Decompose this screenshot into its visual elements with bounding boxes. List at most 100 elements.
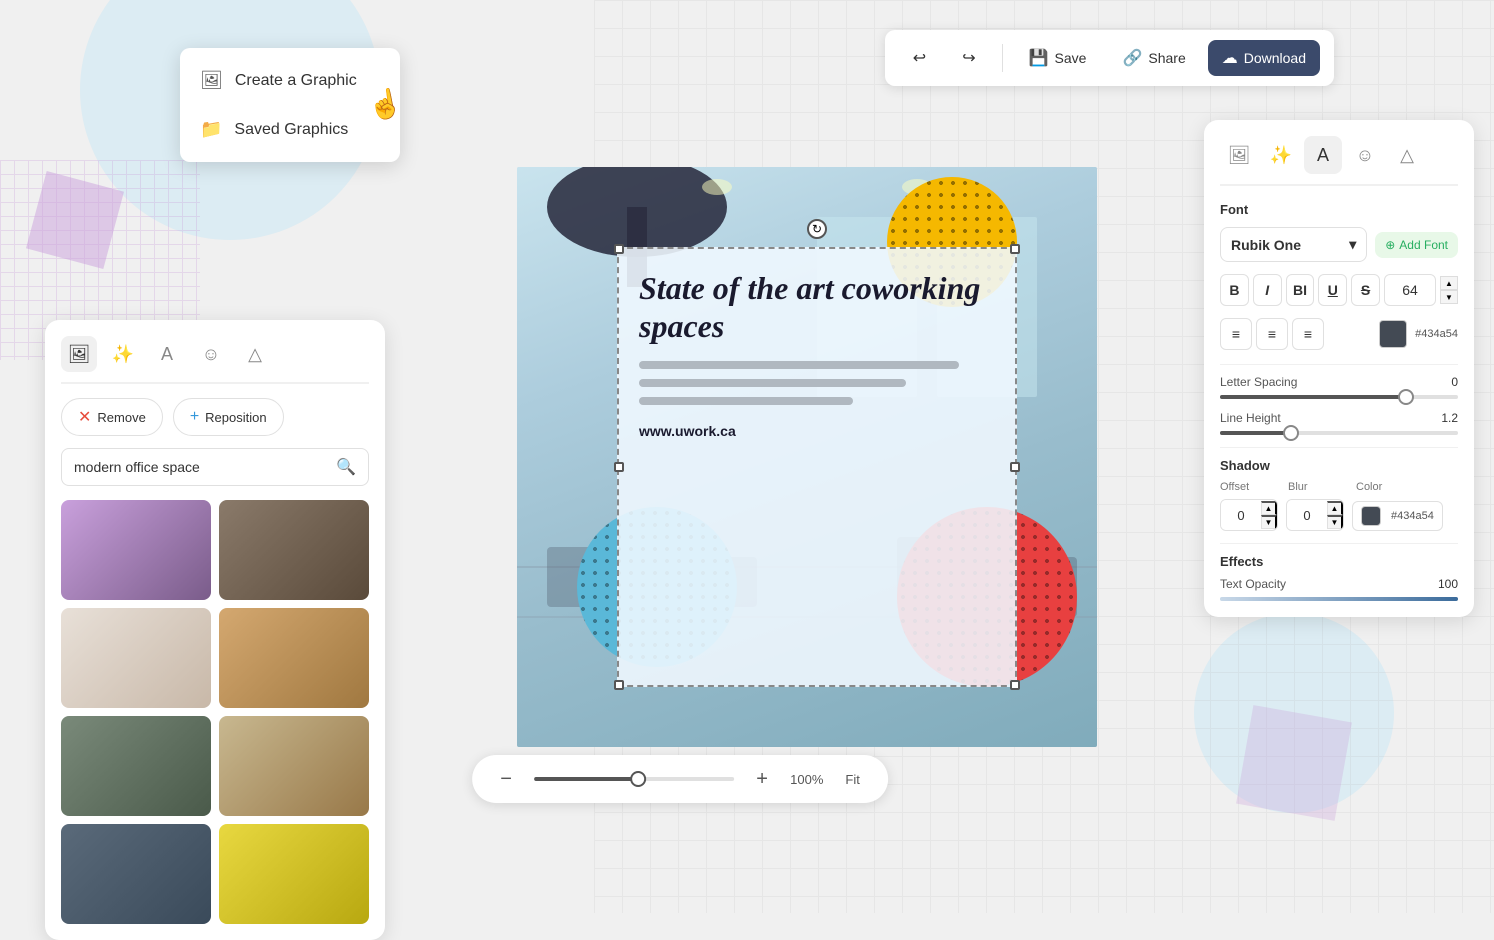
search-box: 🔍 xyxy=(61,448,369,486)
letter-spacing-value: 0 xyxy=(1451,375,1458,389)
shadow-color-wrap[interactable]: #434a54 xyxy=(1352,501,1443,531)
shadow-section: Shadow Offset Blur Color ▲ ▼ ▲ ▼ xyxy=(1220,458,1458,531)
reposition-button[interactable]: + Reposition xyxy=(173,398,284,436)
card-line-3 xyxy=(639,397,853,405)
create-graphic-label: Create a Graphic xyxy=(235,72,357,90)
image-thumb-5[interactable] xyxy=(61,716,211,816)
font-section-label: Font xyxy=(1220,202,1458,217)
image-thumb-2[interactable] xyxy=(219,500,369,600)
offset-down-button[interactable]: ▼ xyxy=(1261,515,1277,529)
bold-italic-button[interactable]: BI xyxy=(1286,274,1315,306)
redo-button[interactable]: ↪ xyxy=(948,40,989,76)
color-swatch[interactable] xyxy=(1379,320,1407,348)
saved-graphics-item[interactable]: 📁 Saved Graphics xyxy=(180,105,400,154)
format-row: B I BI U S ▲ ▼ xyxy=(1220,274,1458,306)
rotate-handle[interactable]: ↻ xyxy=(807,219,827,239)
canvas-url: www.uwork.ca xyxy=(639,423,736,439)
font-row: Rubik One ▾ ⊕ Add Font xyxy=(1220,227,1458,262)
text-opacity-gradient xyxy=(1220,597,1458,601)
underline-button[interactable]: U xyxy=(1318,274,1347,306)
divider-1 xyxy=(1220,364,1458,365)
panel-tab-emoji[interactable]: ☺ xyxy=(193,336,229,372)
align-left-button[interactable]: ≡ xyxy=(1220,318,1252,350)
italic-button[interactable]: I xyxy=(1253,274,1282,306)
right-panel-tab-magic[interactable]: ✨ xyxy=(1262,136,1300,174)
panel-tab-magic[interactable]: ✨ xyxy=(105,336,141,372)
search-input[interactable] xyxy=(74,459,336,475)
zoom-slider-fill xyxy=(534,777,634,781)
panel-tab-shape[interactable]: △ xyxy=(237,336,273,372)
image-thumb-7[interactable] xyxy=(61,824,211,924)
size-down-button[interactable]: ▼ xyxy=(1440,290,1458,304)
letter-spacing-header: Letter Spacing 0 xyxy=(1220,375,1458,389)
save-button[interactable]: 💾 Save xyxy=(1015,40,1101,76)
share-label: Share xyxy=(1148,50,1185,66)
text-opacity-label: Text Opacity xyxy=(1220,577,1286,591)
font-size-input[interactable] xyxy=(1384,274,1436,306)
size-spinners: ▲ ▼ xyxy=(1440,276,1458,304)
bold-button[interactable]: B xyxy=(1220,274,1249,306)
blur-up-button[interactable]: ▲ xyxy=(1327,501,1343,515)
right-panel-tab-image[interactable]: 🖼 xyxy=(1220,136,1258,174)
color-hex-label: #434a54 xyxy=(1415,328,1458,340)
download-button[interactable]: ☁ Download xyxy=(1208,40,1320,76)
download-label: Download xyxy=(1244,50,1306,66)
image-thumb-3[interactable] xyxy=(61,608,211,708)
align-row: ≡ ≡ ≡ #434a54 xyxy=(1220,318,1458,350)
divider-3 xyxy=(1220,543,1458,544)
top-toolbar: ↩ ↪ 💾 Save 🔗 Share ☁ Download xyxy=(885,30,1334,86)
zoom-in-button[interactable]: + xyxy=(748,765,776,793)
blur-down-button[interactable]: ▼ xyxy=(1327,515,1343,529)
handle-tl[interactable] xyxy=(614,244,624,254)
blur-input-wrap: ▲ ▼ xyxy=(1286,499,1344,531)
add-font-button[interactable]: ⊕ Add Font xyxy=(1375,232,1458,258)
line-height-section: Line Height 1.2 xyxy=(1220,411,1458,435)
line-height-fill xyxy=(1220,431,1291,435)
handle-mr[interactable] xyxy=(1010,462,1020,472)
shadow-blur-input[interactable] xyxy=(1287,500,1327,530)
image-thumb-8[interactable] xyxy=(219,824,369,924)
panel-tab-image[interactable]: 🖼 xyxy=(61,336,97,372)
right-panel-tab-shape[interactable]: △ xyxy=(1388,136,1426,174)
add-font-label: Add Font xyxy=(1399,238,1448,252)
font-select[interactable]: Rubik One ▾ xyxy=(1220,227,1367,262)
handle-ml[interactable] xyxy=(614,462,624,472)
right-panel-tab-emoji[interactable]: ☺ xyxy=(1346,136,1384,174)
chevron-down-icon: ▾ xyxy=(1349,236,1356,253)
toolbar-divider xyxy=(1002,44,1003,72)
handle-tr[interactable] xyxy=(1010,244,1020,254)
panel-tab-text[interactable]: A xyxy=(149,336,185,372)
handle-bl[interactable] xyxy=(614,680,624,690)
reposition-icon: + xyxy=(190,408,199,426)
shadow-offset-input[interactable] xyxy=(1221,500,1261,530)
offset-up-button[interactable]: ▲ xyxy=(1261,501,1277,515)
search-icon[interactable]: 🔍 xyxy=(336,457,356,477)
undo-button[interactable]: ↩ xyxy=(899,40,940,76)
image-thumb-4[interactable] xyxy=(219,608,369,708)
text-opacity-track xyxy=(1220,597,1458,601)
share-button[interactable]: 🔗 Share xyxy=(1108,40,1199,76)
align-center-button[interactable]: ≡ xyxy=(1256,318,1288,350)
size-up-button[interactable]: ▲ xyxy=(1440,276,1458,290)
offset-input-wrap: ▲ ▼ xyxy=(1220,499,1278,531)
right-panel-tab-text[interactable]: A xyxy=(1304,136,1342,174)
panel-tabs: 🖼 ✨ A ☺ △ xyxy=(61,336,369,384)
align-right-button[interactable]: ≡ xyxy=(1292,318,1324,350)
remove-button[interactable]: ✕ Remove xyxy=(61,398,163,436)
zoom-fit-button[interactable]: Fit xyxy=(837,768,867,791)
divider-2 xyxy=(1220,447,1458,448)
image-thumb-6[interactable] xyxy=(219,716,369,816)
color-row: #434a54 xyxy=(1379,320,1458,348)
strikethrough-button[interactable]: S xyxy=(1351,274,1380,306)
plus-icon: ⊕ xyxy=(1385,238,1395,252)
text-card[interactable]: ↻ State of the art coworking spaces www.… xyxy=(617,247,1017,687)
line-height-label: Line Height xyxy=(1220,411,1281,425)
letter-spacing-thumb[interactable] xyxy=(1398,389,1414,405)
zoom-out-button[interactable]: − xyxy=(492,765,520,793)
handle-br[interactable] xyxy=(1010,680,1020,690)
zoom-percent: 100% xyxy=(790,772,823,787)
line-height-thumb[interactable] xyxy=(1283,425,1299,441)
image-thumb-1[interactable] xyxy=(61,500,211,600)
canvas-wrapper[interactable]: ↻ State of the art coworking spaces www.… xyxy=(517,167,1097,747)
zoom-thumb[interactable] xyxy=(630,771,646,787)
